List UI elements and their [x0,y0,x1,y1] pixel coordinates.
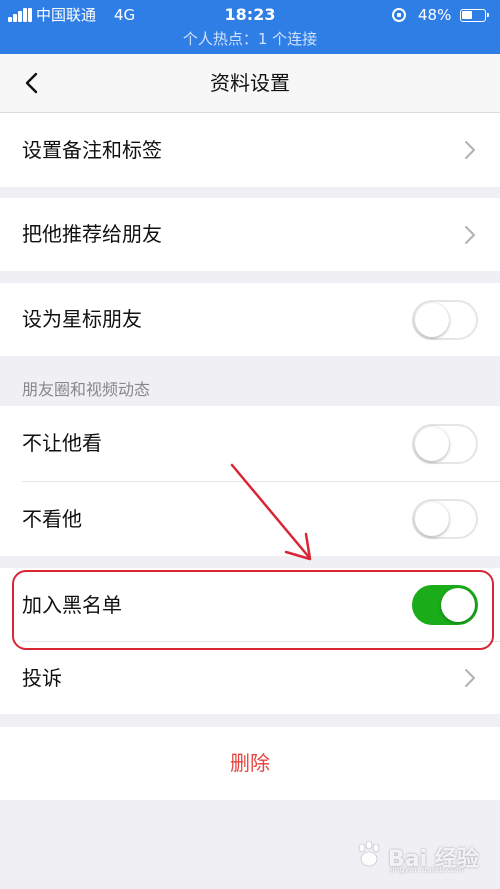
hide-his-moments-label: 不看他 [22,507,82,531]
chevron-right-icon [465,669,475,687]
delete-label: 删除 [230,751,270,775]
hide-my-moments-label: 不让他看 [22,431,102,455]
moments-section-header: 朋友圈和视频动态 [22,380,151,399]
recommend-to-friends-row[interactable]: 把他推荐给朋友 [0,198,500,271]
chevron-right-icon [465,141,475,159]
complain-row[interactable]: 投诉 [0,642,500,714]
status-bar: 中国联通 4G 18:23 48% 个人热点：1 个连接 [0,0,500,54]
baidu-paw-logo-icon [358,840,380,867]
remark-and-tags-row[interactable]: 设置备注和标签 [0,113,500,187]
battery-icon [460,9,489,22]
toggle-knob [415,303,449,337]
hide-his-moments-toggle[interactable] [412,499,478,539]
chevron-right-icon [465,226,475,244]
battery-percentage: 48% [418,6,452,24]
watermark-subtext: jingyan.baidu.com [390,865,464,874]
delete-button[interactable]: 删除 [0,727,500,800]
orientation-lock-icon [392,8,406,22]
highlight-annotation [12,570,494,650]
hotspot-banner[interactable]: 个人热点：1 个连接 [0,29,500,49]
baidu-jingyan-watermark: Bai 经验 jingyan.baidu.com [354,835,486,875]
hide-my-moments-toggle[interactable] [412,424,478,464]
page-title: 资料设置 [210,71,290,95]
toggle-knob [415,427,449,461]
star-friend-row: 设为星标朋友 [0,283,500,356]
arrow-annotation-icon [230,463,312,561]
navigation-bar: 资料设置 [0,54,500,113]
star-friend-label: 设为星标朋友 [22,307,142,331]
recommend-to-friends-label: 把他推荐给朋友 [22,222,162,246]
star-friend-toggle[interactable] [412,300,478,340]
remark-and-tags-label: 设置备注和标签 [22,138,162,162]
complain-label: 投诉 [22,666,62,690]
toggle-knob [415,502,449,536]
